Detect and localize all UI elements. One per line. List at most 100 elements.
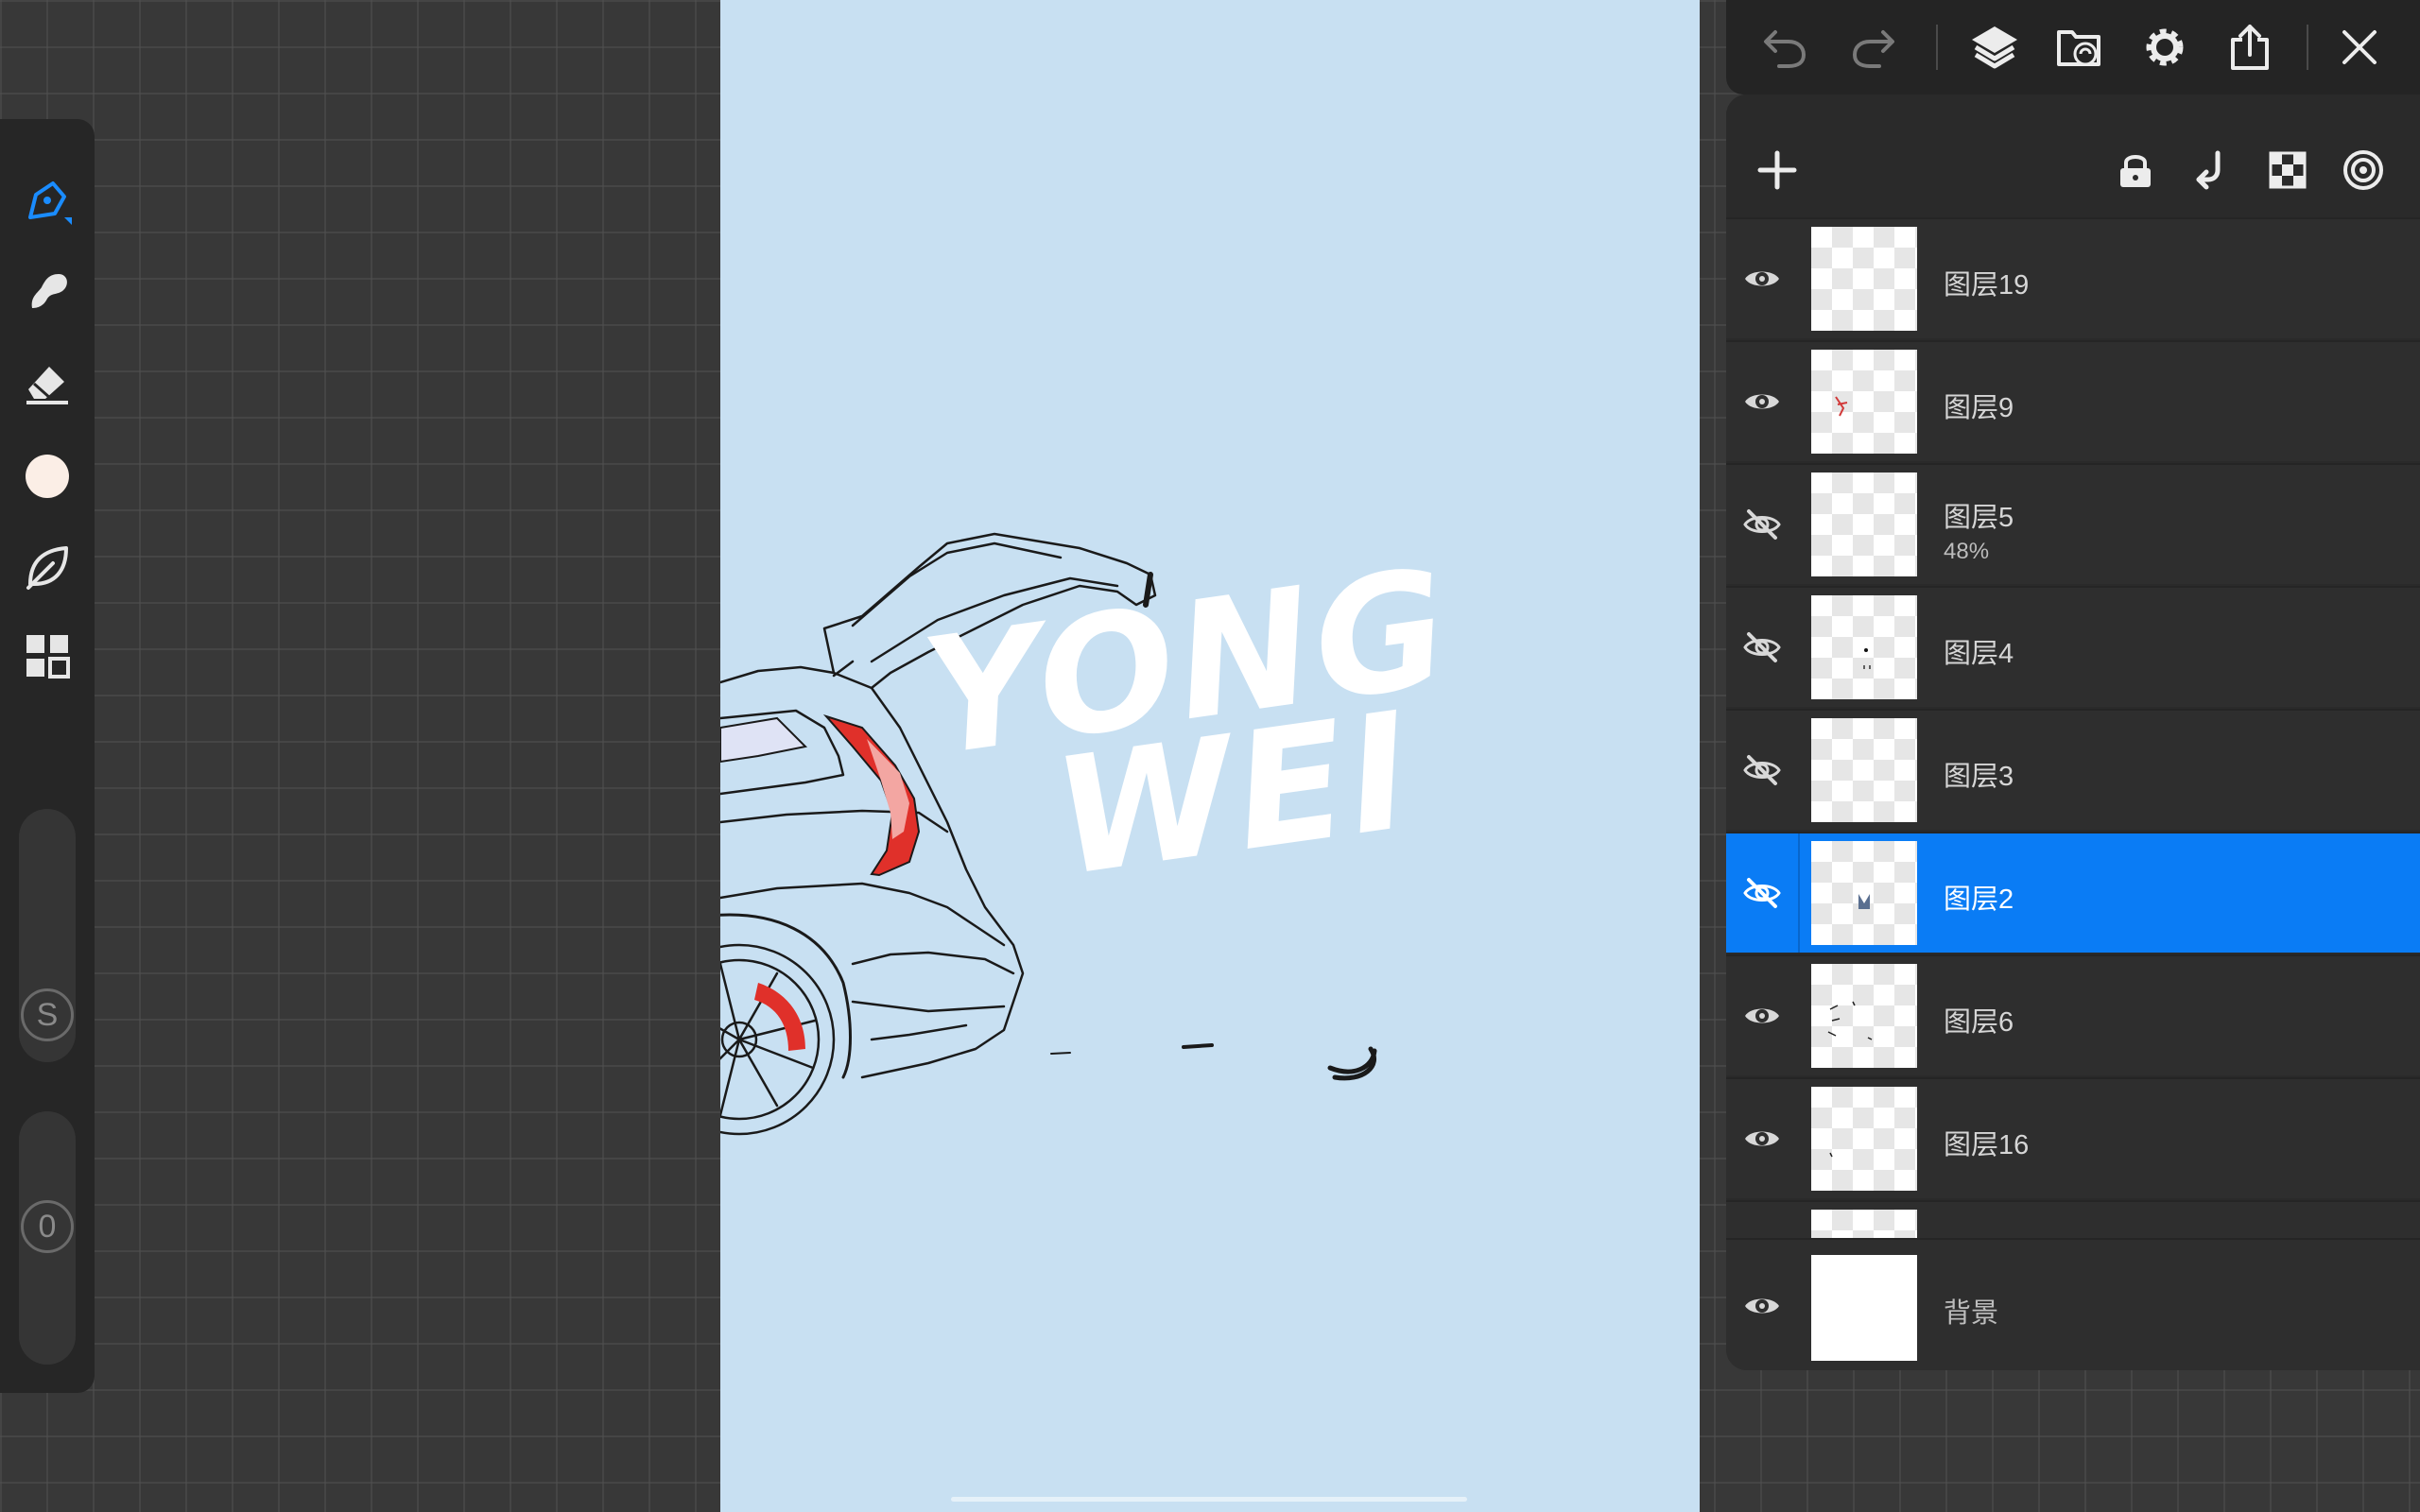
eraser-icon [26,367,68,404]
thumbnail-content [1827,1001,1873,1040]
layer-name: 图层3 [1944,762,2014,792]
layer-row[interactable]: 图层3 [1726,709,2420,830]
merge-down-button[interactable] [2186,144,2238,197]
layer-visibility-toggle[interactable] [1726,465,1798,584]
checker-icon [2269,151,2307,189]
drawing-canvas[interactable]: YONG WEI [720,0,1700,1512]
layer-thumbnail [1811,1210,1917,1240]
toolbar-separator [1936,25,1938,70]
layer-name: 背景 [1944,1298,1999,1329]
layer-thumbnail [1811,472,1917,576]
layers-icon [1972,26,2017,69]
layers-button[interactable] [1966,19,2023,76]
layer-row[interactable]: 图层6 [1726,954,2420,1075]
undo-button[interactable] [1756,19,1813,76]
layer-visibility-toggle[interactable] [1726,588,1798,707]
background-layer-row[interactable]: 背景 [1726,1238,2420,1370]
layer-opacity: 48% [1944,539,1990,564]
layer-visibility-toggle[interactable] [1726,1079,1798,1198]
layer-row-selected[interactable]: 图层2 [1726,832,2420,953]
eye-hidden-icon [1743,509,1781,540]
layer-name: 图层16 [1944,1130,2030,1160]
eraser-tool-button[interactable] [19,353,76,410]
layer-thumbnail [1811,1087,1917,1191]
layer-visibility-toggle[interactable] [1726,219,1798,338]
top-toolbar [1726,0,2420,94]
layer-visibility-toggle[interactable] [1726,342,1798,461]
eye-icon [1745,1131,1779,1146]
pen-icon [28,181,72,225]
layer-row-partial[interactable] [1726,1200,2420,1240]
share-icon [2231,25,2269,70]
layer-name: 图层4 [1944,639,2014,669]
brush-opacity-knob[interactable]: 0 [21,1200,74,1253]
settings-button[interactable] [2136,19,2193,76]
alpha-lock-button[interactable] [2261,144,2314,197]
gear-icon [2146,28,2184,66]
layer-row[interactable]: 图层4 [1726,586,2420,707]
layers-header [1726,94,2420,217]
reference-button[interactable] [2051,19,2108,76]
layer-visibility-toggle[interactable] [1726,956,1798,1075]
lock-icon [2120,155,2151,187]
thumbnail-content [1863,648,1871,669]
layer-thumbnail [1811,964,1917,1068]
brush-size-knob[interactable]: S [21,988,74,1041]
redo-icon [1852,30,1894,68]
redo-button[interactable] [1845,19,1902,76]
share-button[interactable] [2221,19,2278,76]
eye-icon [1745,271,1779,286]
thumbnail-content [1858,894,1870,909]
color-picker-button[interactable] [19,448,76,505]
layer-thumbnail [1811,227,1917,331]
add-layer-button[interactable] [1751,144,1804,197]
layer-name: 图层19 [1944,270,2030,301]
gallery-button[interactable] [19,627,76,684]
layer-thumbnail [1811,841,1917,945]
eye-icon [1745,394,1779,409]
eye-hidden-icon [1743,755,1781,785]
adjustments-button[interactable] [19,539,76,595]
grid-icon [26,635,70,679]
smudge-icon [31,274,67,308]
layer-row[interactable]: 图层19 [1726,217,2420,338]
undo-icon [1764,30,1806,68]
artwork: YONG WEI [720,532,1462,1136]
layer-row[interactable]: 图层5 48% [1726,463,2420,584]
layer-name: 图层6 [1944,1007,2014,1038]
merge-down-icon [2196,150,2221,190]
close-button[interactable] [2331,19,2388,76]
eye-hidden-icon [1743,878,1781,908]
layer-visibility-toggle[interactable] [1726,833,1800,953]
color-swatch [26,455,69,498]
home-indicator [951,1497,1467,1502]
leaf-icon [26,546,68,590]
layer-row[interactable]: 图层9 [1726,340,2420,461]
left-toolbar: S 0 [0,119,95,1393]
toolbar-separator [2307,25,2308,70]
layer-thumbnail [1811,595,1917,699]
reference-layer-button[interactable] [2337,144,2390,197]
background-thumbnail [1811,1255,1917,1361]
layer-thumbnail [1811,350,1917,454]
layer-thumbnail [1811,718,1917,822]
layer-visibility-toggle[interactable] [1726,711,1798,830]
folder-sync-icon [2057,30,2100,66]
add-icon [1757,150,1797,190]
layer-name: 图层2 [1944,885,2014,915]
smudge-tool-button[interactable] [19,263,76,319]
pen-tool-button[interactable] [19,174,76,231]
layer-row[interactable]: 图层16 [1726,1077,2420,1198]
layer-name: 图层5 [1944,503,2014,533]
lock-layer-button[interactable] [2109,144,2162,197]
layer-visibility-toggle[interactable] [1726,1240,1798,1370]
layer-name: 图层9 [1944,393,2014,423]
thumbnail-content [1829,1152,1833,1158]
layers-panel: 图层19 图层9 图层5 48% 图层4 图层3 图层2 图层6 图层16 背景 [1726,94,2420,1370]
eye-icon [1745,1008,1779,1023]
target-icon [2343,150,2383,190]
thumbnail-content [1835,396,1848,417]
eye-icon [1745,1298,1779,1314]
close-icon [2342,30,2377,64]
eye-hidden-icon [1743,632,1781,662]
